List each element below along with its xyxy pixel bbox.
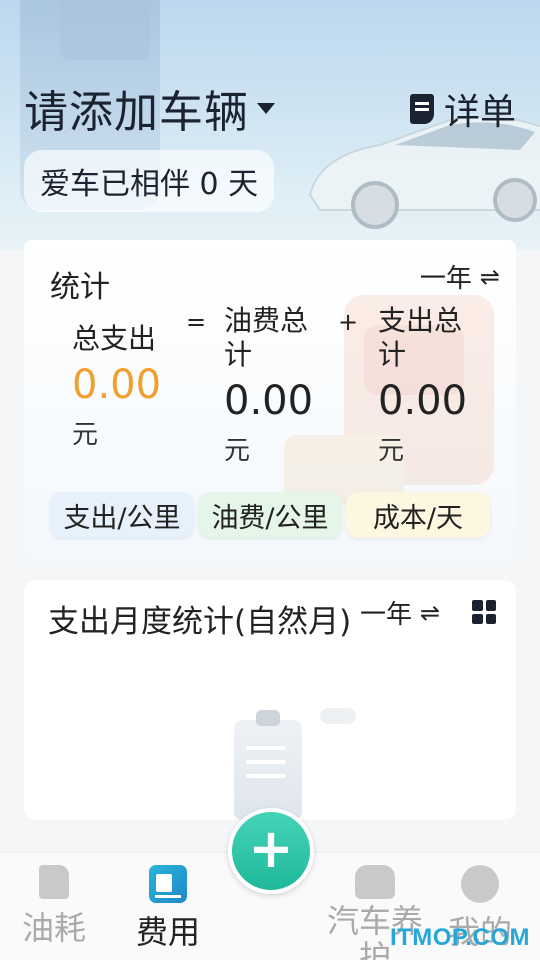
user-avatar-icon[interactable]	[461, 865, 499, 903]
fuel-per-km-pill[interactable]: 油费/公里	[198, 492, 342, 538]
cloud-icon	[320, 708, 356, 724]
tab-fuel-label[interactable]: 油耗	[22, 903, 86, 949]
gas-station-canopy-image	[60, 0, 150, 60]
site-watermark: ITMOP.COM	[389, 924, 530, 951]
add-record-button[interactable]: +	[228, 808, 314, 894]
plus-icon[interactable]: +	[248, 822, 293, 876]
total-expense-value: 0.00	[72, 362, 162, 408]
grid-view-icon[interactable]	[472, 600, 496, 624]
tab-cost-label[interactable]: 费用	[136, 907, 200, 953]
plus-sign: +	[338, 308, 359, 336]
cost-per-day-pill[interactable]: 成本/天	[346, 492, 490, 538]
tab-fuel[interactable]: 油耗	[22, 865, 86, 949]
document-icon[interactable]	[409, 94, 434, 124]
detail-label[interactable]: 详单	[444, 83, 516, 135]
vehicle-title[interactable]: 请添加车辆	[24, 76, 249, 140]
fuel-total-unit: 元	[224, 436, 251, 466]
tab-cost[interactable]: 费用	[136, 865, 200, 953]
swap-icon[interactable]: ⇌	[480, 263, 500, 291]
equals-sign: =	[186, 308, 207, 336]
stats-title: 统计	[50, 270, 110, 305]
total-expense-unit: 元	[72, 420, 99, 450]
expense-total-value: 0.00	[378, 378, 468, 424]
companion-days-badge: 爱车已相伴 0 天	[24, 150, 275, 212]
total-expense-label: 总支出	[72, 322, 157, 355]
fuel-total-label: 油费总计	[224, 304, 309, 371]
fuel-total-column: 油费总计 0.00 元	[224, 304, 334, 467]
car-repair-icon[interactable]	[355, 865, 395, 899]
expense-per-km-pill[interactable]: 支出/公里	[50, 492, 194, 538]
stats-card: 统计 一年 ⇌ 总支出 0.00 元 = 油费总计 0.00 元 + 支出总计 …	[24, 240, 516, 562]
detail-button[interactable]: 详单	[409, 83, 516, 135]
fuel-total-value: 0.00	[224, 378, 314, 424]
empty-clipboard-icon	[234, 710, 306, 820]
expense-total-unit: 元	[378, 436, 405, 466]
monthly-stats-card: 支出月度统计(自然月) 一年 ⇌	[24, 580, 516, 820]
monthly-period-toggle[interactable]: 一年 ⇌	[360, 594, 440, 631]
vehicle-selector[interactable]: 请添加车辆	[24, 80, 275, 138]
monthly-stats-title: 支出月度统计(自然月)	[48, 604, 352, 640]
expense-notebook-icon[interactable]	[149, 865, 187, 903]
fuel-can-icon[interactable]	[39, 865, 69, 899]
ratio-pills: 支出/公里 油费/公里 成本/天	[50, 492, 490, 538]
stats-period-toggle[interactable]: 一年 ⇌	[420, 258, 500, 295]
stats-period-label[interactable]: 一年	[420, 258, 472, 295]
expense-total-column: 支出总计 0.00 元	[378, 304, 488, 467]
caret-down-icon[interactable]	[257, 102, 275, 114]
swap-icon[interactable]: ⇌	[420, 599, 440, 627]
total-expense-column: 总支出 0.00 元	[72, 322, 161, 451]
expense-total-label: 支出总计	[378, 304, 463, 371]
monthly-period-label[interactable]: 一年	[360, 594, 412, 631]
